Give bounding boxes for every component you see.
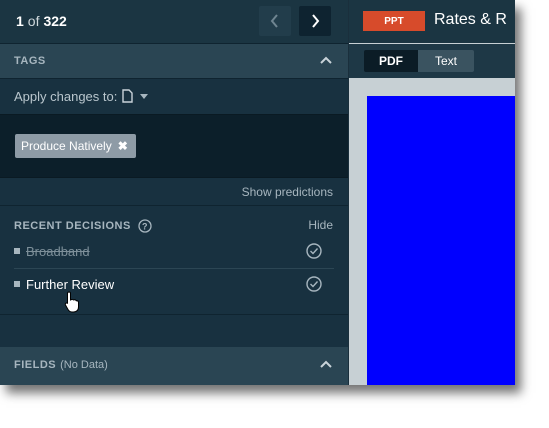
tag-chip-label: Produce Natively [21, 139, 112, 153]
document-icon[interactable] [122, 89, 133, 103]
document-preview[interactable] [367, 96, 515, 385]
pdf-view-button[interactable]: PDF [364, 50, 418, 72]
pager-current: 1 [16, 13, 24, 29]
close-icon[interactable]: ✖ [118, 139, 128, 153]
recent-decision-item[interactable]: Further Review [14, 269, 334, 301]
pager: 1 of 322 [16, 13, 67, 29]
tags-section-title: TAGS [14, 55, 46, 67]
chevron-up-icon[interactable] [320, 55, 332, 65]
check-circle-icon[interactable] [306, 243, 322, 259]
tags-section-header[interactable]: TAGS [0, 44, 348, 79]
fields-title-text: FIELDS [14, 359, 57, 371]
view-toolbar: PDF Text [349, 44, 515, 78]
bullet [14, 248, 20, 254]
recent-decision-label: Broadband [26, 244, 90, 259]
dropdown-caret-icon[interactable] [140, 94, 148, 99]
recent-decisions-title: RECENT DECISIONS [14, 220, 131, 232]
show-predictions-link[interactable]: Show predictions [242, 185, 333, 199]
apply-changes-label: Apply changes to: [14, 89, 118, 104]
coding-panel: 1 of 322 TAGS Apply changes to: Produce … [0, 0, 348, 385]
pager-of: of [27, 13, 40, 29]
fields-section-subtitle: (No Data) [60, 359, 108, 371]
recent-decision-item[interactable]: Broadband [14, 236, 334, 268]
document-viewer: PPT Rates & R PDF Text [349, 0, 515, 385]
check-circle-icon[interactable] [306, 276, 322, 292]
chevron-up-icon[interactable] [320, 359, 332, 369]
chevron-left-icon [270, 14, 278, 28]
chevron-right-icon [312, 14, 320, 28]
pager-total: 322 [43, 13, 67, 29]
fields-section-header[interactable]: FIELDS (No Data) [0, 347, 348, 385]
previous-doc-button[interactable] [259, 6, 291, 36]
text-view-button[interactable]: Text [418, 50, 474, 72]
app-window: 1 of 322 TAGS Apply changes to: Produce … [0, 0, 515, 385]
fields-section-title: FIELDS (No Data) [14, 359, 108, 371]
hide-recent-link[interactable]: Hide [308, 218, 333, 232]
pager-bar: 1 of 322 [0, 0, 348, 44]
apply-changes-row: Apply changes to: [0, 79, 348, 113]
divider [0, 314, 348, 315]
recent-decision-label: Further Review [26, 277, 115, 292]
next-doc-button[interactable] [299, 6, 331, 36]
bullet [14, 281, 20, 287]
recent-decisions-header: RECENT DECISIONS ? [14, 219, 152, 233]
document-title: Rates & R [434, 11, 507, 28]
svg-text:?: ? [142, 222, 148, 232]
divider [0, 205, 348, 206]
help-icon[interactable]: ? [138, 219, 152, 233]
view-mode-toggle: PDF Text [364, 50, 474, 72]
file-type-badge: PPT [363, 11, 425, 31]
tag-chip[interactable]: Produce Natively ✖ [15, 134, 136, 158]
document-header: PPT Rates & R [349, 0, 515, 43]
applied-tags-area[interactable]: Produce Natively ✖ [0, 114, 348, 178]
hand-cursor-icon [64, 291, 79, 313]
